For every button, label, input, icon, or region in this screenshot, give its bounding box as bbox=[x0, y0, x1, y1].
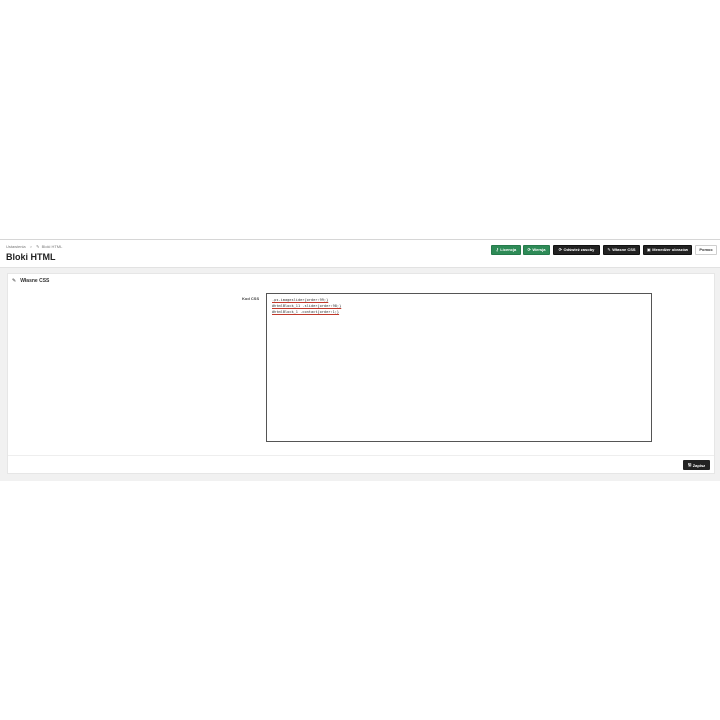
edit-icon: ✎ bbox=[12, 278, 17, 284]
breadcrumb-separator: > bbox=[29, 244, 33, 249]
breadcrumb-item-current: Bloki HTML bbox=[41, 244, 63, 249]
css-code-textarea[interactable]: .ps-imageslider{order:99;} #htmlBlock_11… bbox=[266, 293, 652, 442]
edit-icon: ✎ bbox=[36, 244, 40, 249]
edit-icon: ✎ bbox=[607, 247, 611, 252]
custom-css-panel: ✎ Własne CSS Kod CSS .ps-imageslider{ord… bbox=[7, 273, 715, 474]
save-button-label: Zapisz bbox=[692, 462, 706, 468]
page-header: Ustawienia > ✎ Bloki HTML Bloki HTML ⚷ L… bbox=[0, 240, 720, 268]
css-code-label: Kod CSS bbox=[242, 296, 260, 301]
save-icon: 🖫 bbox=[687, 461, 692, 467]
refresh-icon: ⟳ bbox=[558, 247, 562, 252]
license-button[interactable]: ⚷ Licencja bbox=[491, 245, 521, 255]
refresh-icon: ⟳ bbox=[527, 247, 531, 252]
refresh-assets-button-label: Odśwież zasoby bbox=[563, 247, 595, 252]
breadcrumb-item-settings[interactable]: Ustawienia bbox=[6, 244, 26, 249]
custom-css-button[interactable]: ✎ Własne CSS bbox=[603, 245, 640, 255]
breadcrumb: Ustawienia > ✎ Bloki HTML bbox=[6, 244, 62, 250]
image-manager-button-label: Menedżer obrazów bbox=[652, 247, 689, 252]
custom-css-button-label: Własne CSS bbox=[612, 247, 636, 252]
help-button[interactable]: Pomoc bbox=[695, 245, 717, 255]
image-manager-button[interactable]: ▣ Menedżer obrazów bbox=[643, 245, 692, 255]
help-button-label: Pomoc bbox=[699, 247, 713, 252]
version-button-label: Wersja bbox=[532, 247, 546, 252]
code-line: #htmlBlock_1 .contact{order:1;} bbox=[272, 310, 340, 314]
save-button[interactable]: 🖫 Zapisz bbox=[683, 460, 710, 470]
version-button[interactable]: ⟳ Wersja bbox=[523, 245, 550, 255]
key-icon: ⚷ bbox=[495, 247, 499, 252]
panel-heading: ✎ Własne CSS bbox=[12, 278, 49, 284]
panel-heading-label: Własne CSS bbox=[20, 278, 50, 284]
admin-app: Ustawienia > ✎ Bloki HTML Bloki HTML ⚷ L… bbox=[0, 239, 720, 481]
image-icon: ▣ bbox=[646, 247, 651, 252]
license-button-label: Licencja bbox=[500, 247, 517, 252]
page-title: Bloki HTML bbox=[6, 252, 56, 262]
refresh-assets-button[interactable]: ⟳ Odśwież zasoby bbox=[553, 245, 600, 255]
panel-footer-divider bbox=[8, 455, 714, 456]
